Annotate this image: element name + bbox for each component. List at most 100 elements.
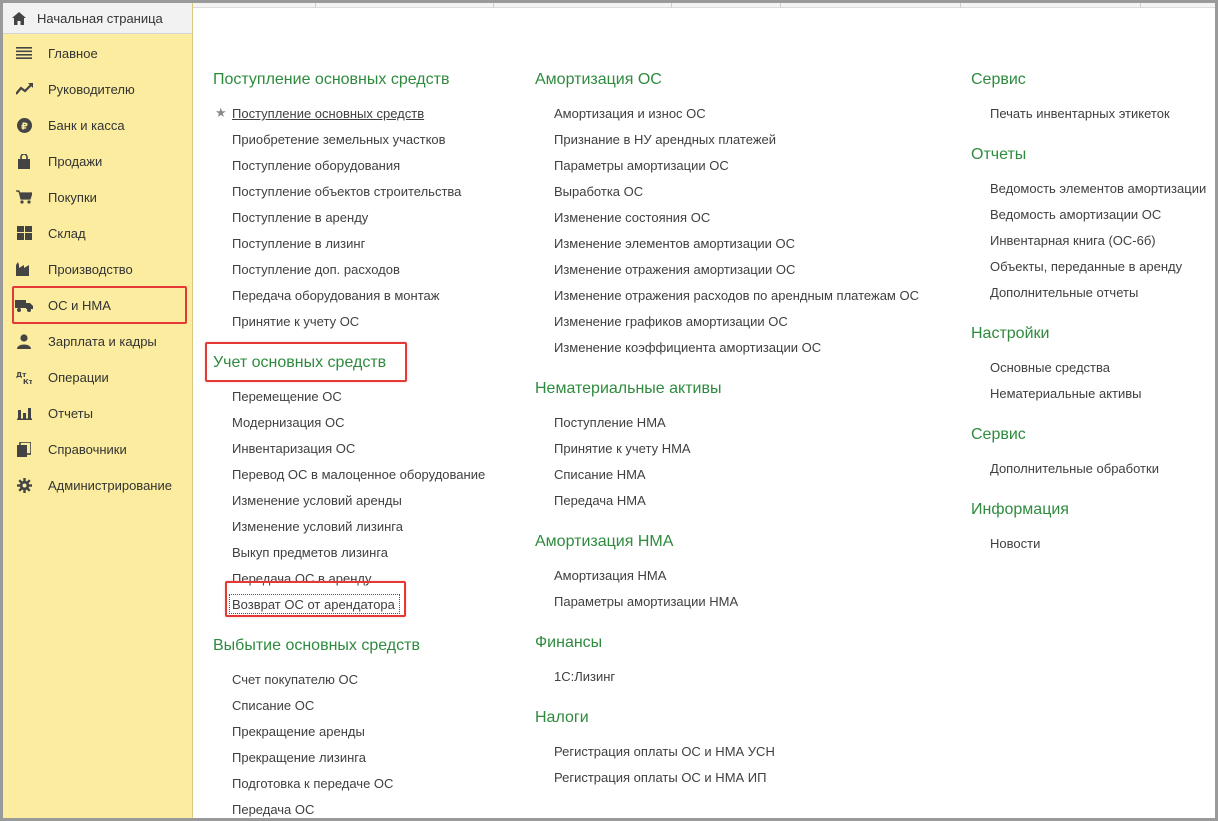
link-inventory[interactable]: Инвентаризация ОС <box>232 441 355 456</box>
intangible-assets-title: Нематериальные активы <box>535 380 722 397</box>
link-land-acquisition[interactable]: Приобретение земельных участков <box>232 132 446 147</box>
trend-icon <box>15 80 33 98</box>
link-lease-out[interactable]: Передача ОС в аренду <box>232 571 371 586</box>
open-tabs-strip <box>193 3 1215 8</box>
section-directories[interactable]: Справочники <box>3 431 192 467</box>
section-reports[interactable]: Отчеты <box>3 395 192 431</box>
information-title: Информация <box>971 501 1069 518</box>
link-additional-processing[interactable]: Дополнительные обработки <box>990 461 1159 476</box>
link-depreciation-params[interactable]: Параметры амортизации ОС <box>554 158 729 173</box>
ruble-icon: ₽ <box>15 116 33 134</box>
link-output[interactable]: Выработка ОС <box>554 184 643 199</box>
link-additional-costs[interactable]: Поступление доп. расходов <box>232 262 400 277</box>
favorite-star-icon[interactable]: ★ <box>215 105 227 121</box>
disposal-fixed-assets-title: Выбытие основных средств <box>213 637 420 654</box>
link-nma-transfer[interactable]: Передача НМА <box>554 493 646 508</box>
link-leased-objects[interactable]: Объекты, переданные в аренду <box>990 259 1182 274</box>
section-bank-cash-label: Банк и касса <box>48 117 125 133</box>
section-manager-label: Руководителю <box>48 81 135 97</box>
section-fixed-assets[interactable]: ОС и НМА <box>3 287 192 323</box>
home-page-tab-label: Начальная страница <box>37 10 163 26</box>
link-asset-transfer[interactable]: Перемещение ОС <box>232 389 342 404</box>
link-payment-registration-usn[interactable]: Регистрация оплаты ОС и НМА УСН <box>554 744 775 759</box>
link-nma-write-off[interactable]: Списание НМА <box>554 467 646 482</box>
depreciation-os-title: Амортизация ОС <box>535 71 662 88</box>
bar-chart-icon <box>15 404 33 422</box>
link-asset-handover[interactable]: Передача ОС <box>232 802 314 817</box>
section-reports-label: Отчеты <box>48 405 93 421</box>
section-main[interactable]: Главное <box>3 35 192 71</box>
link-leasing-terms-change[interactable]: Изменение условий лизинга <box>232 519 403 534</box>
section-operations[interactable]: Дт Кт Операции <box>3 359 192 395</box>
link-return-from-lessee[interactable]: Возврат ОС от арендатора <box>232 597 395 612</box>
link-news[interactable]: Новости <box>990 536 1040 551</box>
section-warehouse[interactable]: Склад <box>3 215 192 251</box>
link-depreciation-wear[interactable]: Амортизация и износ ОС <box>554 106 706 121</box>
section-bank-cash[interactable]: ₽ Банк и касса <box>3 107 192 143</box>
link-inventory-book[interactable]: Инвентарная книга (ОС-6б) <box>990 233 1156 248</box>
bag-icon <box>15 152 33 170</box>
link-print-labels[interactable]: Печать инвентарных этикеток <box>990 106 1170 121</box>
link-fixed-assets-catalog[interactable]: Основные средства <box>990 360 1110 375</box>
section-sales[interactable]: Продажи <box>3 143 192 179</box>
link-leasing-buyout[interactable]: Выкуп предметов лизинга <box>232 545 388 560</box>
tab-separator <box>493 3 494 8</box>
link-nma-depreciation[interactable]: Амортизация НМА <box>554 568 666 583</box>
link-nma-depreciation-params[interactable]: Параметры амортизации НМА <box>554 594 738 609</box>
link-depreciation-coefficient-change[interactable]: Изменение коэффициента амортизации ОС <box>554 340 821 355</box>
link-depreciation-elements-report[interactable]: Ведомость элементов амортизации <box>990 181 1206 196</box>
link-nma-receipt[interactable]: Поступление НМА <box>554 415 666 430</box>
link-leasing-termination[interactable]: Прекращение лизинга <box>232 750 366 765</box>
service-title: Сервис <box>971 71 1026 88</box>
home-icon <box>11 10 27 26</box>
accounting-fixed-assets-title: Учет основных средств <box>213 354 387 371</box>
taxes-title: Налоги <box>535 709 589 726</box>
tab-separator <box>1140 3 1141 8</box>
section-sales-label: Продажи <box>48 153 103 169</box>
link-additional-reports[interactable]: Дополнительные отчеты <box>990 285 1138 300</box>
truck-icon <box>15 296 33 314</box>
cart-icon <box>15 188 33 206</box>
link-depreciation-reflection-change[interactable]: Изменение отражения амортизации ОС <box>554 262 795 277</box>
link-receipt-fixed-assets[interactable]: Поступление основных средств <box>232 106 424 121</box>
link-construction-receipt[interactable]: Поступление объектов строительства <box>232 184 461 199</box>
link-buyer-invoice[interactable]: Счет покупателю ОС <box>232 672 358 687</box>
link-payment-registration-ip[interactable]: Регистрация оплаты ОС и НМА ИП <box>554 770 767 785</box>
link-1c-leasing[interactable]: 1С:Лизинг <box>554 669 615 684</box>
section-operations-label: Операции <box>48 369 109 385</box>
link-lease-terms-change[interactable]: Изменение условий аренды <box>232 493 402 508</box>
depreciation-nma-title: Амортизация НМА <box>535 533 674 550</box>
link-lease-expense-reflection-change[interactable]: Изменение отражения расходов по арендным… <box>554 288 919 303</box>
link-equipment-install[interactable]: Передача оборудования в монтаж <box>232 288 439 303</box>
link-lease-termination[interactable]: Прекращение аренды <box>232 724 365 739</box>
section-purchases[interactable]: Покупки <box>3 179 192 215</box>
tab-separator <box>960 3 961 8</box>
gear-icon <box>15 476 33 494</box>
section-salary-hr[interactable]: Зарплата и кадры <box>3 323 192 359</box>
link-modernization[interactable]: Модернизация ОС <box>232 415 344 430</box>
finance-title: Финансы <box>535 634 603 651</box>
link-accept-fixed-assets[interactable]: Принятие к учету ОС <box>232 314 359 329</box>
link-state-change[interactable]: Изменение состояния ОС <box>554 210 710 225</box>
link-lease-payments-nu[interactable]: Признание в НУ арендных платежей <box>554 132 776 147</box>
link-write-off[interactable]: Списание ОС <box>232 698 314 713</box>
link-prepare-transfer[interactable]: Подготовка к передаче ОС <box>232 776 393 791</box>
sections-panel: Начальная страница Главное Руководителю … <box>3 3 193 818</box>
link-intangible-catalog[interactable]: Нематериальные активы <box>990 386 1142 401</box>
link-equipment-receipt[interactable]: Поступление оборудования <box>232 158 400 173</box>
section-administration-label: Администрирование <box>48 477 172 493</box>
link-depreciation-schedule-change[interactable]: Изменение графиков амортизации ОС <box>554 314 788 329</box>
tab-separator <box>780 3 781 8</box>
section-administration[interactable]: Администрирование <box>3 467 192 503</box>
link-lease-receipt[interactable]: Поступление в аренду <box>232 210 368 225</box>
books-icon <box>15 440 33 458</box>
link-depreciation-report[interactable]: Ведомость амортизации ОС <box>990 207 1161 222</box>
section-production[interactable]: Производство <box>3 251 192 287</box>
section-manager[interactable]: Руководителю <box>3 71 192 107</box>
link-depreciation-elements-change[interactable]: Изменение элементов амортизации ОС <box>554 236 795 251</box>
link-leasing-receipt[interactable]: Поступление в лизинг <box>232 236 365 251</box>
home-page-tab[interactable]: Начальная страница <box>3 3 192 34</box>
section-fixed-assets-label: ОС и НМА <box>48 297 111 313</box>
link-nma-accept[interactable]: Принятие к учету НМА <box>554 441 691 456</box>
link-low-value-transfer[interactable]: Перевод ОС в малоценное оборудование <box>232 467 485 482</box>
